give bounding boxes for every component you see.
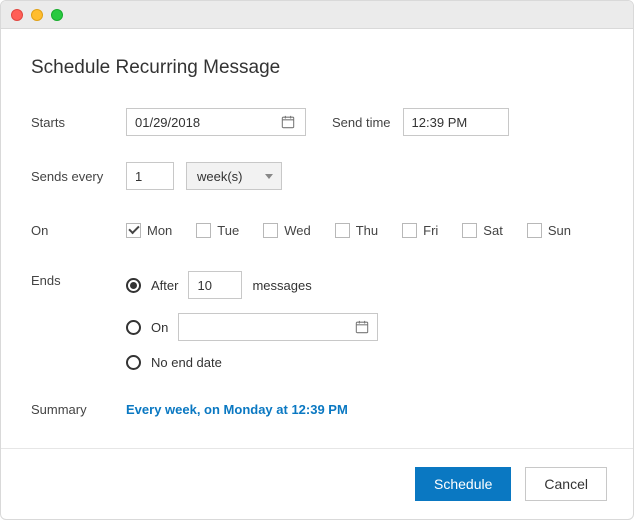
day-checkbox[interactable] [263, 223, 278, 238]
day-label: Sun [548, 223, 571, 238]
day-option-sun[interactable]: Sun [527, 223, 571, 238]
schedule-button[interactable]: Schedule [415, 467, 511, 501]
cancel-button[interactable]: Cancel [525, 467, 607, 501]
interval-unit-value: week(s) [197, 169, 243, 184]
ends-on-label: On [151, 320, 168, 335]
ends-label: Ends [31, 269, 126, 288]
ends-on-date-field[interactable] [178, 313, 378, 341]
ends-after-count-input[interactable] [188, 271, 242, 299]
dialog-window: Schedule Recurring Message Starts Send t… [0, 0, 634, 520]
window-close-button[interactable] [11, 9, 23, 21]
calendar-icon[interactable] [275, 109, 301, 135]
day-label: Wed [284, 223, 311, 238]
sends-every-label: Sends every [31, 169, 126, 184]
window-maximize-button[interactable] [51, 9, 63, 21]
on-label: On [31, 223, 126, 238]
page-title: Schedule Recurring Message [31, 57, 603, 79]
starts-label: Starts [31, 115, 126, 130]
summary-label: Summary [31, 402, 126, 417]
day-checkbox[interactable] [196, 223, 211, 238]
ends-after-prefix: After [151, 278, 178, 293]
dialog-content: Schedule Recurring Message Starts Send t… [1, 29, 633, 448]
day-label: Thu [356, 223, 378, 238]
days-of-week-group: Mon Tue Wed Thu Fri Sat Sun [126, 223, 571, 238]
starts-date-field[interactable] [126, 108, 306, 136]
ends-after-option[interactable]: After messages [126, 271, 378, 299]
day-label: Mon [147, 223, 172, 238]
ends-no-end-option[interactable]: No end date [126, 355, 378, 370]
interval-count-input[interactable] [126, 162, 174, 190]
send-time-label: Send time [332, 115, 391, 130]
day-option-thu[interactable]: Thu [335, 223, 378, 238]
window-titlebar [1, 1, 633, 29]
day-option-mon[interactable]: Mon [126, 223, 172, 238]
ends-after-suffix: messages [252, 278, 311, 293]
send-time-input[interactable] [403, 108, 509, 136]
calendar-icon[interactable] [349, 314, 375, 340]
day-label: Fri [423, 223, 438, 238]
day-checkbox[interactable] [402, 223, 417, 238]
day-checkbox[interactable] [527, 223, 542, 238]
chevron-down-icon [265, 174, 273, 179]
day-checkbox[interactable] [335, 223, 350, 238]
window-minimize-button[interactable] [31, 9, 43, 21]
ends-no-end-label: No end date [151, 355, 222, 370]
dialog-footer: Schedule Cancel [1, 448, 633, 519]
day-option-wed[interactable]: Wed [263, 223, 311, 238]
day-option-tue[interactable]: Tue [196, 223, 239, 238]
day-option-sat[interactable]: Sat [462, 223, 503, 238]
starts-date-input[interactable] [127, 109, 275, 135]
ends-after-radio[interactable] [126, 278, 141, 293]
day-label: Sat [483, 223, 503, 238]
ends-on-radio[interactable] [126, 320, 141, 335]
day-checkbox[interactable] [126, 223, 141, 238]
ends-no-end-radio[interactable] [126, 355, 141, 370]
day-checkbox[interactable] [462, 223, 477, 238]
interval-unit-select[interactable]: week(s) [186, 162, 282, 190]
ends-on-date-input[interactable] [179, 314, 349, 340]
summary-text: Every week, on Monday at 12:39 PM [126, 402, 348, 417]
day-option-fri[interactable]: Fri [402, 223, 438, 238]
ends-group: After messages On No end [126, 269, 378, 370]
ends-on-option[interactable]: On [126, 313, 378, 341]
day-label: Tue [217, 223, 239, 238]
